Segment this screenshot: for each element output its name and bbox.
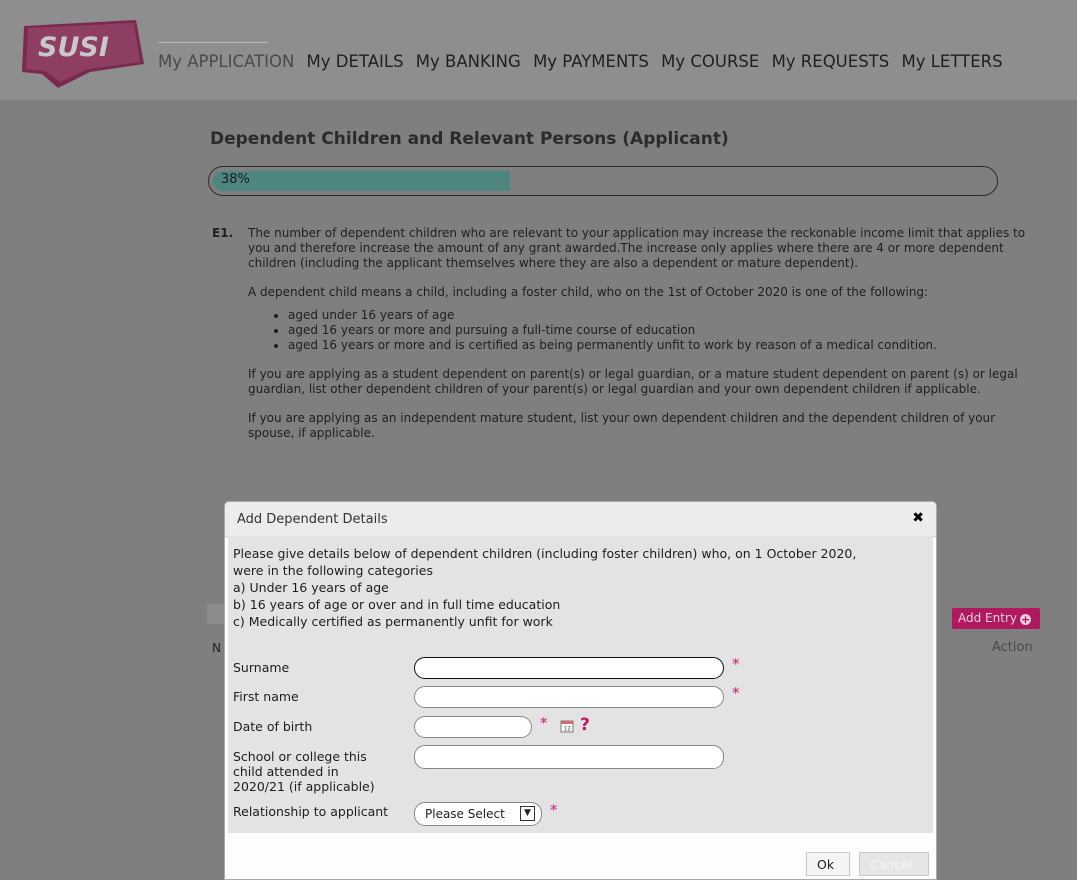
instruction-line: a) Under 16 years of age [233, 580, 389, 595]
susi-logo[interactable]: SUSI [18, 18, 146, 88]
nav-active-indicator [158, 42, 268, 43]
nav-my-banking[interactable]: My BANKING [416, 52, 521, 71]
main-nav: My APPLICATION My DETAILS My BANKING My … [158, 52, 1003, 71]
progress-text: 38% [221, 172, 250, 187]
paragraph-definition: A dependent child means a child, includi… [248, 285, 929, 299]
first-name-input[interactable] [414, 686, 724, 708]
plus-circle-icon: + [1019, 613, 1031, 626]
nav-my-details[interactable]: My DETAILS [307, 52, 404, 71]
instruction-line: Please give details below of dependent c… [233, 546, 857, 561]
surname-label: Surname [233, 660, 290, 675]
relationship-select[interactable]: Please Select ▼ [414, 802, 542, 826]
add-entry-button[interactable]: Add Entry + [952, 608, 1040, 629]
criteria-item: aged 16 years or more and pursuing a ful… [288, 323, 1043, 338]
date-of-birth-input[interactable] [414, 716, 532, 738]
nav-my-application[interactable]: My APPLICATION [158, 52, 294, 71]
paragraph-independent-student: If you are applying as an independent ma… [248, 411, 996, 440]
table-column-action: Action [992, 640, 1033, 655]
school-input[interactable] [414, 745, 724, 769]
criteria-list: aged under 16 years of age aged 16 years… [248, 308, 1043, 353]
date-of-birth-label: Date of birth [233, 719, 313, 734]
calendar-icon[interactable]: 12 [560, 719, 574, 733]
school-label: School or college this child attended in… [233, 749, 375, 794]
criteria-item: aged 16 years or more and is certified a… [288, 338, 1043, 353]
help-icon[interactable]: ? [580, 715, 590, 735]
required-marker: * [550, 801, 558, 819]
nav-my-course[interactable]: My COURSE [661, 52, 759, 71]
progress-fill [213, 171, 510, 191]
criteria-item: aged under 16 years of age [288, 308, 1043, 323]
dialog-body: Please give details below of dependent c… [228, 536, 933, 833]
add-entry-label: Add Entry [958, 611, 1017, 625]
instruction-line: were in the following categories [233, 563, 433, 578]
add-dependent-dialog: Add Dependent Details ✖ Please give deta… [224, 501, 937, 880]
surname-input[interactable] [414, 657, 724, 679]
dialog-header: Add Dependent Details ✖ [225, 502, 936, 537]
instruction-line: b) 16 years of age or over and in full t… [233, 597, 561, 612]
dialog-instructions: Please give details below of dependent c… [233, 545, 923, 630]
nav-my-requests[interactable]: My REQUESTS [772, 52, 890, 71]
paragraph-income-limit: The number of dependent children who are… [248, 226, 1026, 270]
required-marker: * [732, 655, 740, 673]
dialog-title: Add Dependent Details [237, 512, 388, 527]
relationship-label: Relationship to applicant [233, 804, 389, 819]
progress-bar: 38% [208, 166, 998, 196]
required-marker: * [540, 714, 548, 732]
logo-text: SUSI [38, 32, 109, 63]
paragraph-dependent-student: If you are applying as a student depende… [248, 367, 1018, 396]
ok-button[interactable]: Ok [806, 852, 850, 876]
close-icon[interactable]: ✖ [912, 510, 924, 526]
relationship-selected-value: Please Select [425, 807, 505, 821]
cancel-button[interactable]: Cancel [859, 852, 929, 876]
question-number: E1. [212, 226, 234, 240]
required-marker: * [732, 684, 740, 702]
dialog-footer: Ok Cancel [225, 833, 936, 879]
nav-my-payments[interactable]: My PAYMENTS [533, 52, 649, 71]
question-text: The number of dependent children who are… [248, 226, 1043, 455]
site-header: SUSI My APPLICATION My DETAILS My BANKIN… [0, 0, 1077, 100]
first-name-label: First name [233, 689, 299, 704]
chevron-down-icon: ▼ [520, 806, 535, 821]
svg-text:12: 12 [563, 726, 571, 733]
table-column-name: N [212, 641, 221, 655]
page-title: Dependent Children and Relevant Persons … [210, 129, 729, 149]
instruction-line: c) Medically certified as permanently un… [233, 614, 553, 629]
nav-my-letters[interactable]: My LETTERS [901, 52, 1002, 71]
